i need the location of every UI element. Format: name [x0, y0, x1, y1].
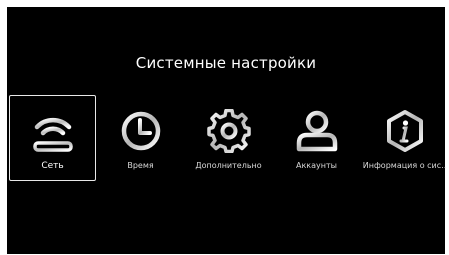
user-icon — [295, 109, 339, 153]
page-title: Системные настройки — [135, 54, 317, 72]
tile-time-label: Время — [127, 161, 154, 170]
tile-accounts[interactable]: Аккаунты — [273, 95, 360, 181]
gear-icon — [206, 109, 251, 153]
tile-advanced-label: Дополнительно — [195, 161, 262, 170]
tile-time[interactable]: Время — [97, 95, 184, 181]
tile-system-info-label: Информация о сис.. — [362, 161, 447, 170]
clock-icon — [119, 109, 163, 153]
tile-system-info[interactable]: Информация о сис.. — [361, 95, 448, 181]
tile-advanced[interactable]: Дополнительно — [185, 95, 272, 181]
tile-accounts-label: Аккаунты — [296, 161, 337, 170]
tile-network[interactable]: Сеть — [9, 95, 96, 181]
info-icon — [383, 109, 427, 153]
settings-screen: Системные настройки Сеть Время Дополните… — [7, 7, 448, 254]
wifi-router-icon — [31, 110, 75, 154]
tile-network-label: Сеть — [41, 161, 64, 171]
